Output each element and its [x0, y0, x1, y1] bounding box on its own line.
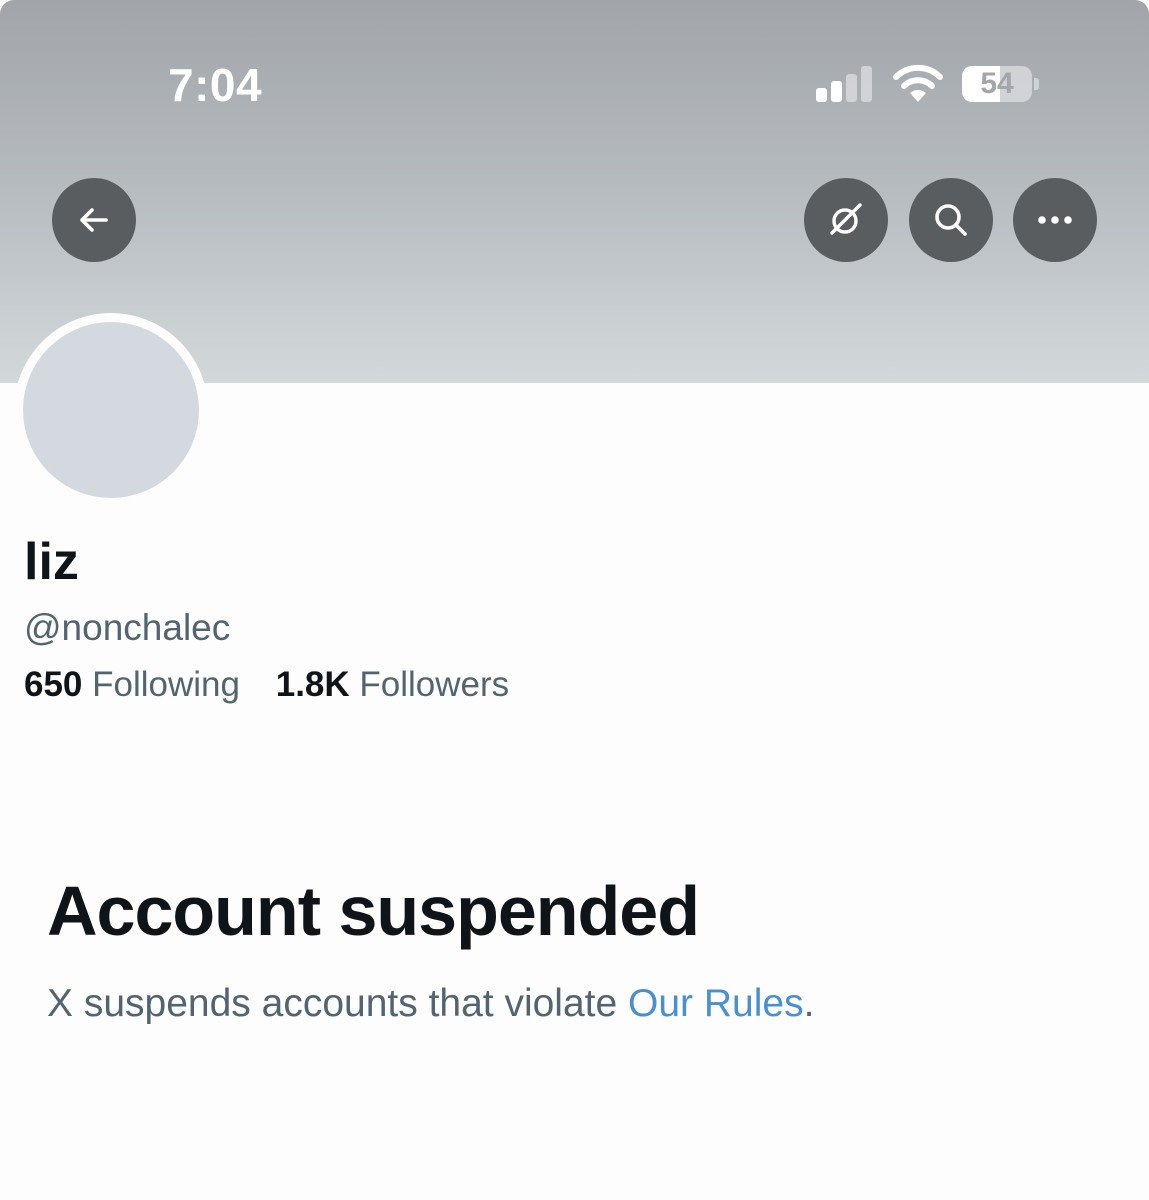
back-button[interactable] — [52, 178, 136, 262]
battery-cap — [1034, 78, 1039, 90]
signal-bar — [831, 81, 842, 102]
suspension-title: Account suspended — [47, 872, 700, 950]
status-time: 7:04 — [168, 59, 263, 111]
battery-body: 54 — [962, 66, 1032, 102]
suspension-message-text: X suspends accounts that violate — [47, 982, 629, 1025]
display-name: liz — [24, 533, 79, 591]
following-link[interactable]: 650 Following — [24, 662, 240, 708]
profile-stats: 650 Following 1.8K Followers — [24, 662, 535, 708]
battery-icon: 54 — [962, 66, 1039, 102]
suspension-message-end: . — [803, 982, 815, 1025]
followers-label: Followers — [359, 665, 510, 704]
signal-bar — [846, 74, 857, 102]
search-icon — [931, 200, 971, 240]
avatar-placeholder — [23, 322, 199, 498]
arrow-left-icon — [76, 202, 112, 238]
wifi-icon — [892, 64, 944, 104]
following-count: 650 — [24, 665, 83, 704]
battery-level: 54 — [980, 67, 1014, 100]
followers-link[interactable]: 1.8K Followers — [276, 662, 509, 708]
more-button[interactable] — [1013, 178, 1097, 262]
cellular-signal-icon — [816, 66, 874, 102]
user-handle: @nonchalec — [24, 607, 231, 648]
avatar[interactable] — [14, 313, 208, 507]
more-horizontal-icon — [1035, 214, 1075, 226]
grok-button[interactable] — [804, 178, 888, 262]
following-label: Following — [92, 665, 240, 704]
signal-bar — [816, 88, 827, 102]
our-rules-link[interactable]: Our Rules — [628, 982, 804, 1025]
followers-count: 1.8K — [275, 665, 350, 704]
grok-slash-circle-icon — [826, 200, 866, 240]
suspension-message: X suspends accounts that violate Our Rul… — [47, 980, 814, 1028]
signal-bar — [861, 66, 872, 102]
search-button[interactable] — [909, 178, 993, 262]
